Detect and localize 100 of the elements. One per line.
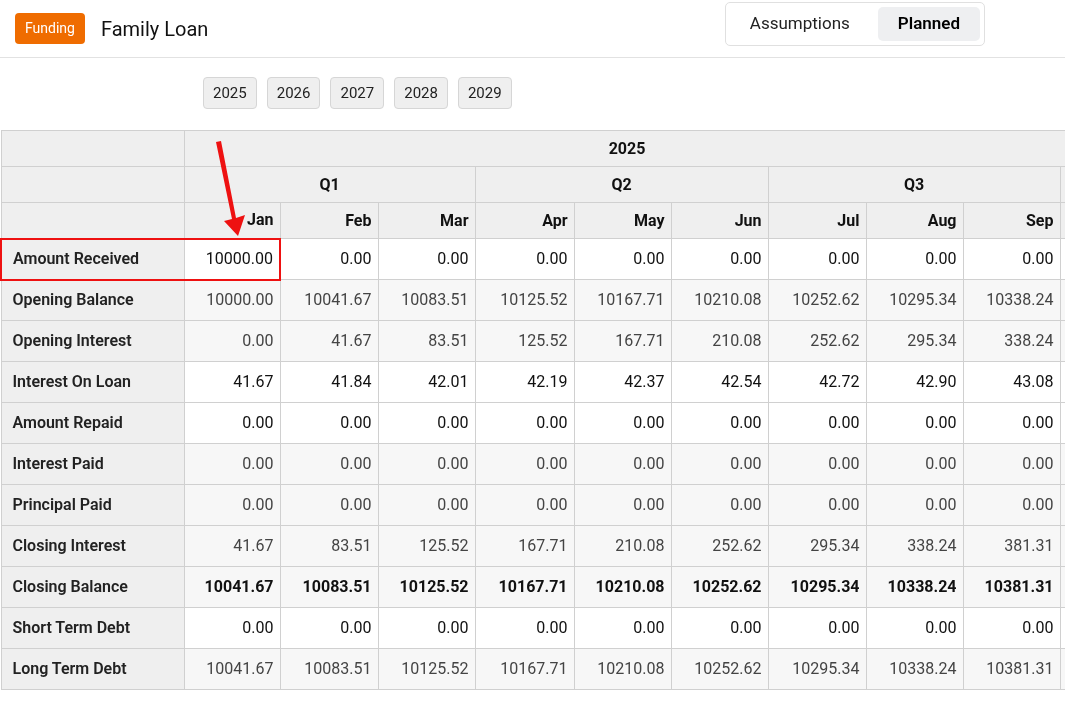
table-cell[interactable]: 41.84 bbox=[280, 361, 378, 403]
year-button[interactable]: 2029 bbox=[457, 77, 512, 109]
table-cell: 0.00 bbox=[280, 443, 378, 485]
arrow-icon bbox=[216, 141, 245, 236]
table-cell[interactable]: 0.00 bbox=[671, 238, 768, 280]
table-cell: 0.00 bbox=[184, 443, 280, 485]
table-cell[interactable]: 0.00 bbox=[184, 607, 280, 649]
table-cell[interactable]: 41.67 bbox=[184, 361, 280, 403]
table-cell[interactable]: 0.00 bbox=[378, 238, 475, 280]
table-cell: 10252.62 bbox=[671, 566, 768, 608]
table-cell[interactable]: 0.00 bbox=[574, 607, 671, 649]
table-cell[interactable]: 0.00 bbox=[475, 607, 574, 649]
row-label: Long Term Debt bbox=[1, 648, 184, 690]
quarter-header: Q2 bbox=[475, 166, 768, 203]
row-label: Amount Repaid bbox=[1, 402, 184, 444]
table-cell: 10210.08 bbox=[574, 566, 671, 608]
row-label: Opening Interest bbox=[1, 320, 184, 362]
table-cell[interactable]: 42.37 bbox=[574, 361, 671, 403]
table-cell: 167.71 bbox=[475, 525, 574, 567]
table-cell: 10338.24 bbox=[866, 566, 963, 608]
table-cell[interactable]: 0.00 bbox=[963, 238, 1060, 280]
table-cell[interactable]: 42.19 bbox=[475, 361, 574, 403]
table-cell: 10338.24 bbox=[963, 279, 1060, 321]
table-cell: 381.31 bbox=[963, 525, 1060, 567]
month-header: Feb bbox=[280, 202, 378, 239]
table-cell: 0.00 bbox=[475, 443, 574, 485]
table-cell[interactable]: 0.00 bbox=[963, 402, 1060, 444]
table-cell[interactable]: 42.90 bbox=[866, 361, 963, 403]
table-cell: 10083.51 bbox=[378, 279, 475, 321]
table-cell[interactable]: 0.00 bbox=[963, 607, 1060, 649]
table-cell[interactable]: 0.00 bbox=[866, 607, 963, 649]
table-cell: 210.08 bbox=[574, 525, 671, 567]
row-label: Closing Balance bbox=[1, 566, 184, 608]
table-cell[interactable]: 0.00 bbox=[378, 607, 475, 649]
table-cell: 0.00 bbox=[184, 484, 280, 526]
table-cell: 0.00 bbox=[671, 484, 768, 526]
table-cell: 10000.00 bbox=[184, 279, 280, 321]
table-cell[interactable]: 0.00 bbox=[475, 238, 574, 280]
table-cell: 10167.71 bbox=[475, 566, 574, 608]
table-cell[interactable]: 0.00 bbox=[671, 607, 768, 649]
table-cell: 0.00 bbox=[475, 484, 574, 526]
table-cell: 41.67 bbox=[184, 525, 280, 567]
table-cell[interactable]: 0.00 bbox=[574, 238, 671, 280]
page-title: Family Loan bbox=[100, 15, 209, 43]
table-cell: 0.00 bbox=[768, 443, 866, 485]
table-cell: 10125.52 bbox=[378, 566, 475, 608]
table-cell: 0.00 bbox=[768, 484, 866, 526]
row-label: Interest On Loan bbox=[1, 361, 184, 403]
table-cell: 10041.67 bbox=[184, 566, 280, 608]
table-cell: 338.24 bbox=[866, 525, 963, 567]
table-cell: 295.34 bbox=[866, 320, 963, 362]
row-label: Closing Interest bbox=[1, 525, 184, 567]
year-button[interactable]: 2027 bbox=[330, 77, 385, 109]
table-cell[interactable]: 0.00 bbox=[280, 607, 378, 649]
table-cell[interactable]: 42.54 bbox=[671, 361, 768, 403]
table-cell: 10083.51 bbox=[280, 566, 378, 608]
table-cell[interactable]: 0.00 bbox=[475, 402, 574, 444]
month-header: Jun bbox=[671, 202, 768, 239]
table-cell: 0.00 bbox=[280, 484, 378, 526]
category-badge: Funding bbox=[15, 13, 85, 44]
table-cell: 0.00 bbox=[184, 320, 280, 362]
table-cell[interactable]: 10000.00 bbox=[184, 238, 280, 280]
table-cell: 10295.34 bbox=[768, 566, 866, 608]
table-cell: 10252.62 bbox=[768, 279, 866, 321]
table-cell: 167.71 bbox=[574, 320, 671, 362]
table-cell: 10041.67 bbox=[280, 279, 378, 321]
table-cell: 10167.71 bbox=[475, 648, 574, 690]
table-cell: 10295.34 bbox=[768, 648, 866, 690]
table-cell: 0.00 bbox=[574, 484, 671, 526]
quarter-header: Q3 bbox=[768, 166, 1060, 203]
table-cell[interactable]: 43.08 bbox=[963, 361, 1060, 403]
table-cell[interactable]: 0.00 bbox=[866, 402, 963, 444]
year-button[interactable]: 2025 bbox=[203, 77, 257, 109]
year-header: 2025 bbox=[184, 130, 1065, 167]
table-cell[interactable]: 42.01 bbox=[378, 361, 475, 403]
row-label: Principal Paid bbox=[1, 484, 184, 526]
table-cell: 0.00 bbox=[378, 484, 475, 526]
table-cell[interactable]: 0.00 bbox=[768, 238, 866, 280]
table-cell: 338.24 bbox=[963, 320, 1060, 362]
table-cell: 83.51 bbox=[378, 320, 475, 362]
table-cell[interactable]: 0.00 bbox=[768, 402, 866, 444]
year-button[interactable]: 2026 bbox=[266, 77, 321, 109]
table-cell[interactable]: 0.00 bbox=[184, 402, 280, 444]
table-cell: 10167.71 bbox=[574, 279, 671, 321]
table-cell: 295.34 bbox=[768, 525, 866, 567]
table-cell[interactable]: 0.00 bbox=[280, 238, 378, 280]
year-button[interactable]: 2028 bbox=[394, 77, 448, 109]
table-cell[interactable]: 42.72 bbox=[768, 361, 866, 403]
view-tab[interactable]: Planned bbox=[877, 6, 980, 41]
table-cell[interactable]: 0.00 bbox=[280, 402, 378, 444]
table-cell[interactable]: 0.00 bbox=[574, 402, 671, 444]
table-cell[interactable]: 0.00 bbox=[378, 402, 475, 444]
table-cell: 10041.67 bbox=[184, 648, 280, 690]
table-cell[interactable]: 0.00 bbox=[671, 402, 768, 444]
table-cell: 10210.08 bbox=[574, 648, 671, 690]
row-label: Short Term Debt bbox=[1, 607, 184, 649]
table-cell: 0.00 bbox=[963, 484, 1060, 526]
table-cell[interactable]: 0.00 bbox=[768, 607, 866, 649]
table-cell[interactable]: 0.00 bbox=[866, 238, 963, 280]
month-header: Aug bbox=[866, 202, 963, 239]
